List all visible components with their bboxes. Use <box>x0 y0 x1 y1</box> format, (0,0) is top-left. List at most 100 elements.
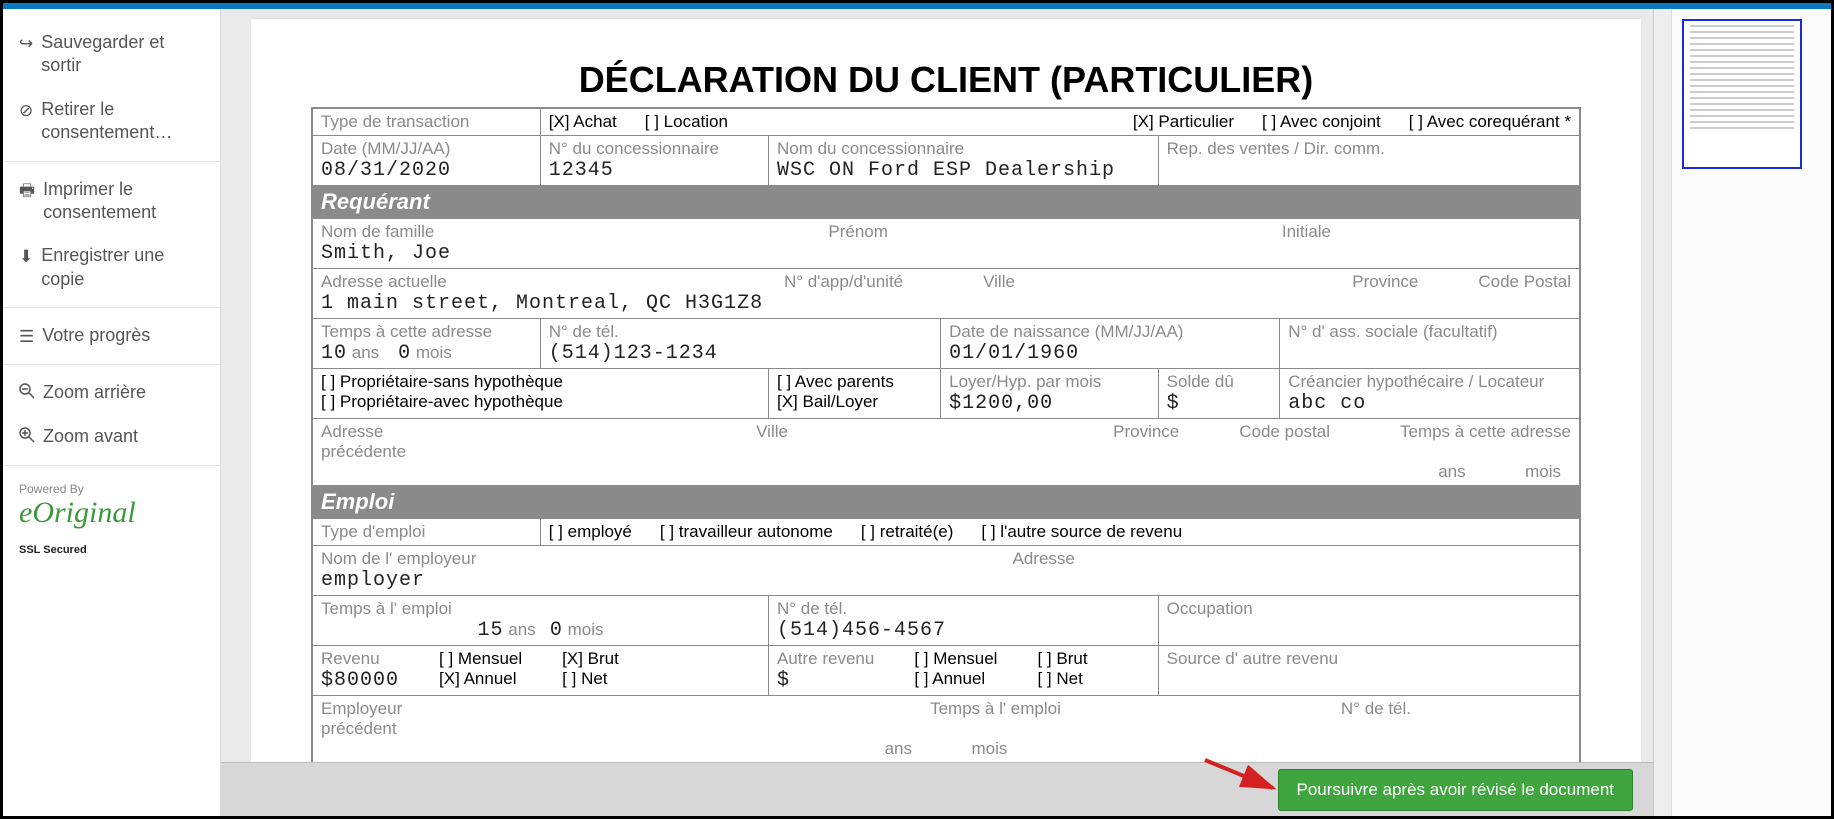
field-label: N° de tél. <box>777 599 1150 619</box>
checkbox-bail: [X] Bail/Loyer <box>777 392 932 412</box>
unit-label: ans <box>352 343 379 362</box>
field-value: 0 <box>550 619 563 642</box>
field-label: Initiale <box>1282 222 1331 242</box>
field-label: Rep. des ventes / Dir. comm. <box>1167 139 1571 159</box>
field-value: 01/01/1960 <box>949 342 1271 365</box>
field-value: 1 main street, Montreal, QC H3G1Z8 <box>321 292 1571 315</box>
field-label: Temps à cette adresse <box>321 322 532 342</box>
field-label: N° d'app/d'unité <box>784 272 903 292</box>
continue-button[interactable]: Poursuivre après avoir révisé le documen… <box>1278 769 1633 811</box>
sidebar-download[interactable]: ⬇ Enregistrer une copie <box>3 234 220 301</box>
checkbox-retraite: [ ] retraité(e) <box>861 522 954 542</box>
checkbox-achat: [X] Achat <box>549 112 617 132</box>
field-value: Smith, Joe <box>321 242 1571 265</box>
field-label: Type de transaction <box>321 112 469 131</box>
sidebar-label: Sauvegarder et sortir <box>41 31 204 78</box>
checkbox-net: [ ] Net <box>562 669 619 689</box>
field-value: abc co <box>1288 392 1571 415</box>
sidebar-progress[interactable]: ☰ Votre progrès <box>3 314 220 358</box>
field-value: 08/31/2020 <box>321 159 532 182</box>
field-value: 0 <box>398 342 411 365</box>
sidebar-label: Retirer le consentement… <box>41 98 204 145</box>
checkbox-conjoint: [ ] Avec conjoint <box>1262 112 1381 132</box>
field-label: Temps à cette adresse <box>1400 422 1571 442</box>
checkbox-annuel: [X] Annuel <box>439 669 522 689</box>
field-label: Loyer/Hyp. par mois <box>949 372 1150 392</box>
field-label: Ville <box>756 422 788 442</box>
field-label: N° du concessionnaire <box>549 139 760 159</box>
checkbox-location: [ ] Location <box>645 112 728 132</box>
field-value: $80000 <box>321 669 399 692</box>
checkbox-corequerant: [ ] Avec corequérant * <box>1409 112 1571 132</box>
field-value: (514)456-4567 <box>777 619 1150 642</box>
field-value: 12345 <box>549 159 760 182</box>
sidebar-zoom-in[interactable]: Zoom avant <box>3 415 220 459</box>
page-thumbnail[interactable] <box>1682 19 1802 169</box>
powered-by-label: Powered By <box>19 482 204 496</box>
sidebar-label: Votre progrès <box>42 324 150 347</box>
field-label: Nom de famille <box>321 222 434 242</box>
sidebar-label: Zoom arrière <box>43 381 146 404</box>
checkbox-other-brut: [ ] Brut <box>1037 649 1087 669</box>
document-viewport: DÉCLARATION DU CLIENT (PARTICULIER) Type… <box>221 9 1653 816</box>
field-label: Code Postal <box>1478 272 1571 292</box>
checkbox-parents: [ ] Avec parents <box>777 372 932 392</box>
field-label: Employeur précédent <box>321 699 431 739</box>
unit-label: mois <box>1525 462 1561 481</box>
zoom-out-icon <box>19 383 35 405</box>
field-label: N° de tél. <box>1341 699 1411 719</box>
field-value: 10 <box>321 342 347 365</box>
continue-bar: Poursuivre après avoir révisé le documen… <box>221 762 1653 816</box>
field-label: Nom du concessionnaire <box>777 139 1150 159</box>
field-label: Prénom <box>828 222 888 242</box>
document-scroll[interactable]: DÉCLARATION DU CLIENT (PARTICULIER) Type… <box>251 9 1641 816</box>
checkbox-autre-revenu: [ ] l'autre source de revenu <box>981 522 1182 542</box>
field-label: N° de tél. <box>549 322 932 342</box>
field-value: 15 <box>477 619 503 642</box>
field-label: Temps à l' emploi <box>930 699 1061 719</box>
field-label: Source d' autre revenu <box>1167 649 1571 669</box>
divider <box>3 364 220 365</box>
field-value: employer <box>321 569 1571 592</box>
unit-label: ans <box>1438 462 1465 481</box>
divider <box>3 307 220 308</box>
viewport-scrollbar[interactable] <box>1653 9 1671 816</box>
checkbox-other-mensuel: [ ] Mensuel <box>914 649 997 669</box>
field-label: Temps à l' emploi <box>321 599 760 619</box>
ssl-secured: SSL Secured <box>3 540 220 560</box>
sidebar-withdraw-consent[interactable]: ⊘ Retirer le consentement… <box>3 88 220 155</box>
unit-label: mois <box>971 739 1007 758</box>
sidebar-label: Imprimer le consentement <box>43 178 204 225</box>
field-label: Ville <box>983 272 1015 292</box>
document-page: DÉCLARATION DU CLIENT (PARTICULIER) Type… <box>251 19 1641 816</box>
field-label: Province <box>1352 272 1418 292</box>
field-label: Solde dû <box>1167 372 1272 392</box>
divider <box>3 465 220 466</box>
download-icon: ⬇ <box>19 246 33 268</box>
doc-title: DÉCLARATION DU CLIENT (PARTICULIER) <box>311 59 1581 101</box>
list-icon: ☰ <box>19 326 34 348</box>
sidebar-label: Enregistrer une copie <box>41 244 204 291</box>
field-label: Type d'emploi <box>321 522 425 541</box>
sidebar-save-exit[interactable]: ↪ Sauvegarder et sortir <box>3 21 220 88</box>
field-label: Occupation <box>1167 599 1571 619</box>
exit-icon: ↪ <box>19 33 33 55</box>
divider <box>3 161 220 162</box>
unit-label: mois <box>568 620 604 639</box>
field-label: Code postal <box>1239 422 1330 442</box>
sidebar-zoom-out[interactable]: Zoom arrière <box>3 371 220 415</box>
print-icon: 🖶 <box>19 180 35 202</box>
field-label: Adresse précédente <box>321 422 431 462</box>
field-label: Adresse actuelle <box>321 272 447 292</box>
checkbox-particulier: [X] Particulier <box>1133 112 1234 132</box>
zoom-in-icon <box>19 427 35 449</box>
checkbox-employe: [ ] employé <box>549 522 632 542</box>
unit-label: mois <box>416 343 452 362</box>
checkbox-other-net: [ ] Net <box>1037 669 1087 689</box>
checkbox-owner-hyp: [ ] Propriétaire-avec hypothèque <box>321 392 760 412</box>
unit-label: ans <box>508 620 535 639</box>
thumbnail-panel <box>1671 9 1831 816</box>
sidebar-print[interactable]: 🖶 Imprimer le consentement <box>3 168 220 235</box>
eoriginal-logo: eOriginal <box>19 496 204 530</box>
sidebar: ↪ Sauvegarder et sortir ⊘ Retirer le con… <box>3 9 221 816</box>
